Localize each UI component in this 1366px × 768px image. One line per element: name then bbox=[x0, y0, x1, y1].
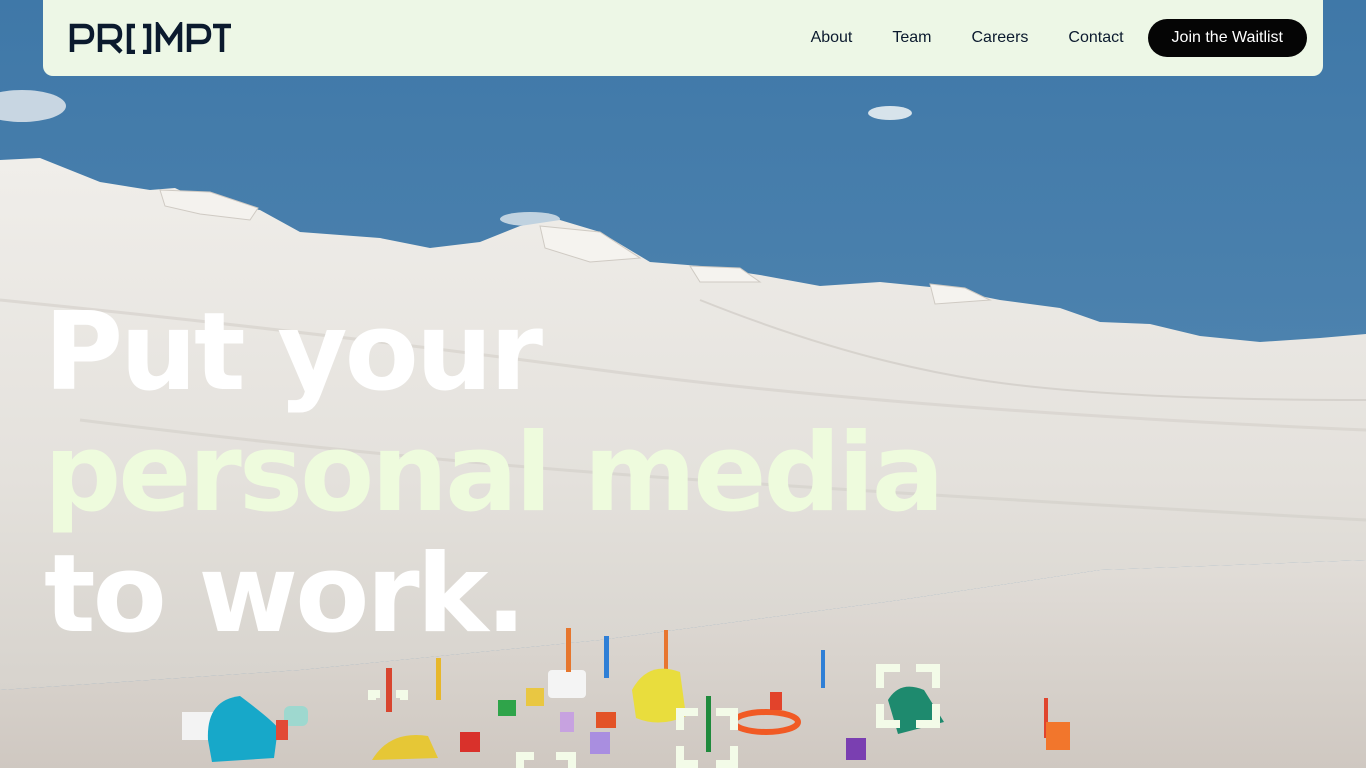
nav-link-contact[interactable]: Contact bbox=[1068, 29, 1123, 47]
hero-headline: Put your personal media to work. bbox=[44, 290, 945, 657]
hero-headline-line-1: Put your bbox=[44, 290, 543, 415]
hero-headline-line-3: to work. bbox=[44, 532, 527, 657]
hero-headline-line-2: personal media bbox=[44, 411, 945, 536]
nav-link-careers[interactable]: Careers bbox=[972, 29, 1029, 47]
top-navbar: About Team Careers Contact Join the Wait… bbox=[43, 0, 1323, 76]
primary-nav: About Team Careers Contact Join the Wait… bbox=[811, 19, 1307, 57]
nav-link-about[interactable]: About bbox=[811, 29, 853, 47]
join-waitlist-button[interactable]: Join the Waitlist bbox=[1147, 19, 1307, 57]
brand-logo-link[interactable] bbox=[69, 18, 233, 58]
brand-logo bbox=[69, 22, 231, 54]
nav-link-team[interactable]: Team bbox=[892, 29, 931, 47]
